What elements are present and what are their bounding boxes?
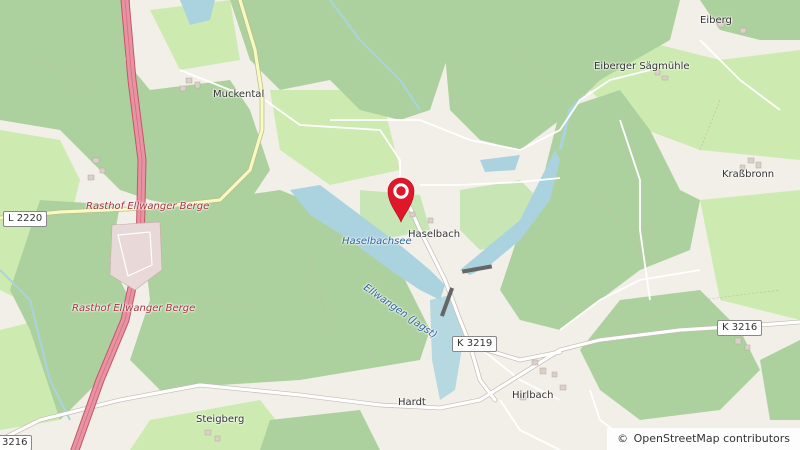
road-ref-l2220: L 2220 (3, 211, 48, 227)
place-label-eiberger-saegmuehle: Eiberger Sägmühle (594, 61, 690, 72)
copyright-symbol: © (617, 432, 629, 445)
place-label-hardt: Hardt (398, 397, 426, 408)
road-ref-k3216-west: 3216 (0, 435, 33, 450)
place-label-eiberg: Eiberg (700, 15, 732, 26)
attribution-link[interactable]: OpenStreetMap contributors (634, 432, 790, 445)
place-label-muckental: Muckental (213, 89, 265, 100)
lake-label: Haselbachsee (342, 236, 412, 247)
place-label-hirlbach: Hirlbach (512, 390, 554, 401)
road-ref-k3219: K 3219 (452, 336, 498, 352)
place-label-steigberg: Steigberg (196, 414, 245, 425)
rest-area-label-south: Rasthof Ellwanger Berge (72, 303, 196, 314)
place-label-haselbach: Haselbach (408, 229, 461, 240)
place-label-krassbronn: Kraßbronn (722, 169, 775, 180)
map-pin-icon[interactable] (386, 174, 416, 224)
rest-area-label-north: Rasthof Ellwanger Berge (86, 201, 210, 212)
map-attribution[interactable]: © OpenStreetMap contributors (607, 428, 800, 450)
road-ref-k3216-east: K 3216 (717, 320, 763, 336)
map-view[interactable]: Eiberg Eiberger Sägmühle Muckental Kraßb… (0, 0, 800, 450)
